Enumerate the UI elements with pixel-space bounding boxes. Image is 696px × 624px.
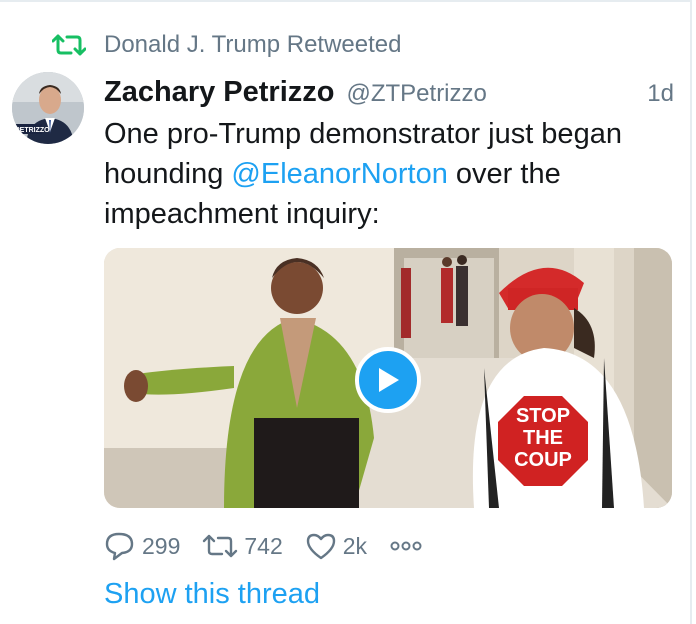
play-icon [379,368,399,392]
like-count: 2k [342,532,368,559]
reply-count: 299 [142,532,181,559]
avatar-image: PETRIZZO [12,72,84,144]
video-thumbnail[interactable]: STOP THE COUP [104,248,672,508]
tweet-card[interactable]: Donald J. Trump Retweeted PETRIZZO Zacha… [0,0,692,624]
tweet-header: Zachary Petrizzo @ZTPetrizzo 1d [104,76,674,116]
more-icon [390,541,422,551]
show-thread-link[interactable]: Show this thread [104,578,320,611]
tweet-text: One pro-Trump demonstrator just began ho… [104,114,674,234]
more-options-button[interactable] [389,540,429,552]
retweet-button[interactable]: 742 [202,532,283,560]
author-handle[interactable]: @ZTPetrizzo [346,80,486,108]
reply-button[interactable]: 299 [104,531,180,561]
heart-icon [306,533,335,560]
avatar[interactable]: PETRIZZO [12,72,84,144]
retweet-icon [203,534,238,558]
like-button[interactable]: 2k [305,532,367,560]
reply-icon [105,532,134,561]
tweet-actions: 299 742 2k [104,528,451,564]
retweet-banner: Donald J. Trump Retweeted [52,30,401,60]
shirt-text-line3: COUP [514,449,572,471]
retweet-banner-text[interactable]: Donald J. Trump Retweeted [104,31,401,59]
shirt-text-line2: THE [523,427,563,449]
author-name[interactable]: Zachary Petrizzo [104,76,334,109]
shirt-text-line1: STOP [516,405,570,427]
tweet-timestamp[interactable]: 1d [647,80,674,108]
play-button[interactable] [355,347,421,413]
retweet-icon [52,34,86,56]
retweet-count: 742 [244,532,283,559]
mention-link[interactable]: @EleanorNorton [231,158,447,190]
avatar-caption: PETRIZZO [15,127,50,134]
